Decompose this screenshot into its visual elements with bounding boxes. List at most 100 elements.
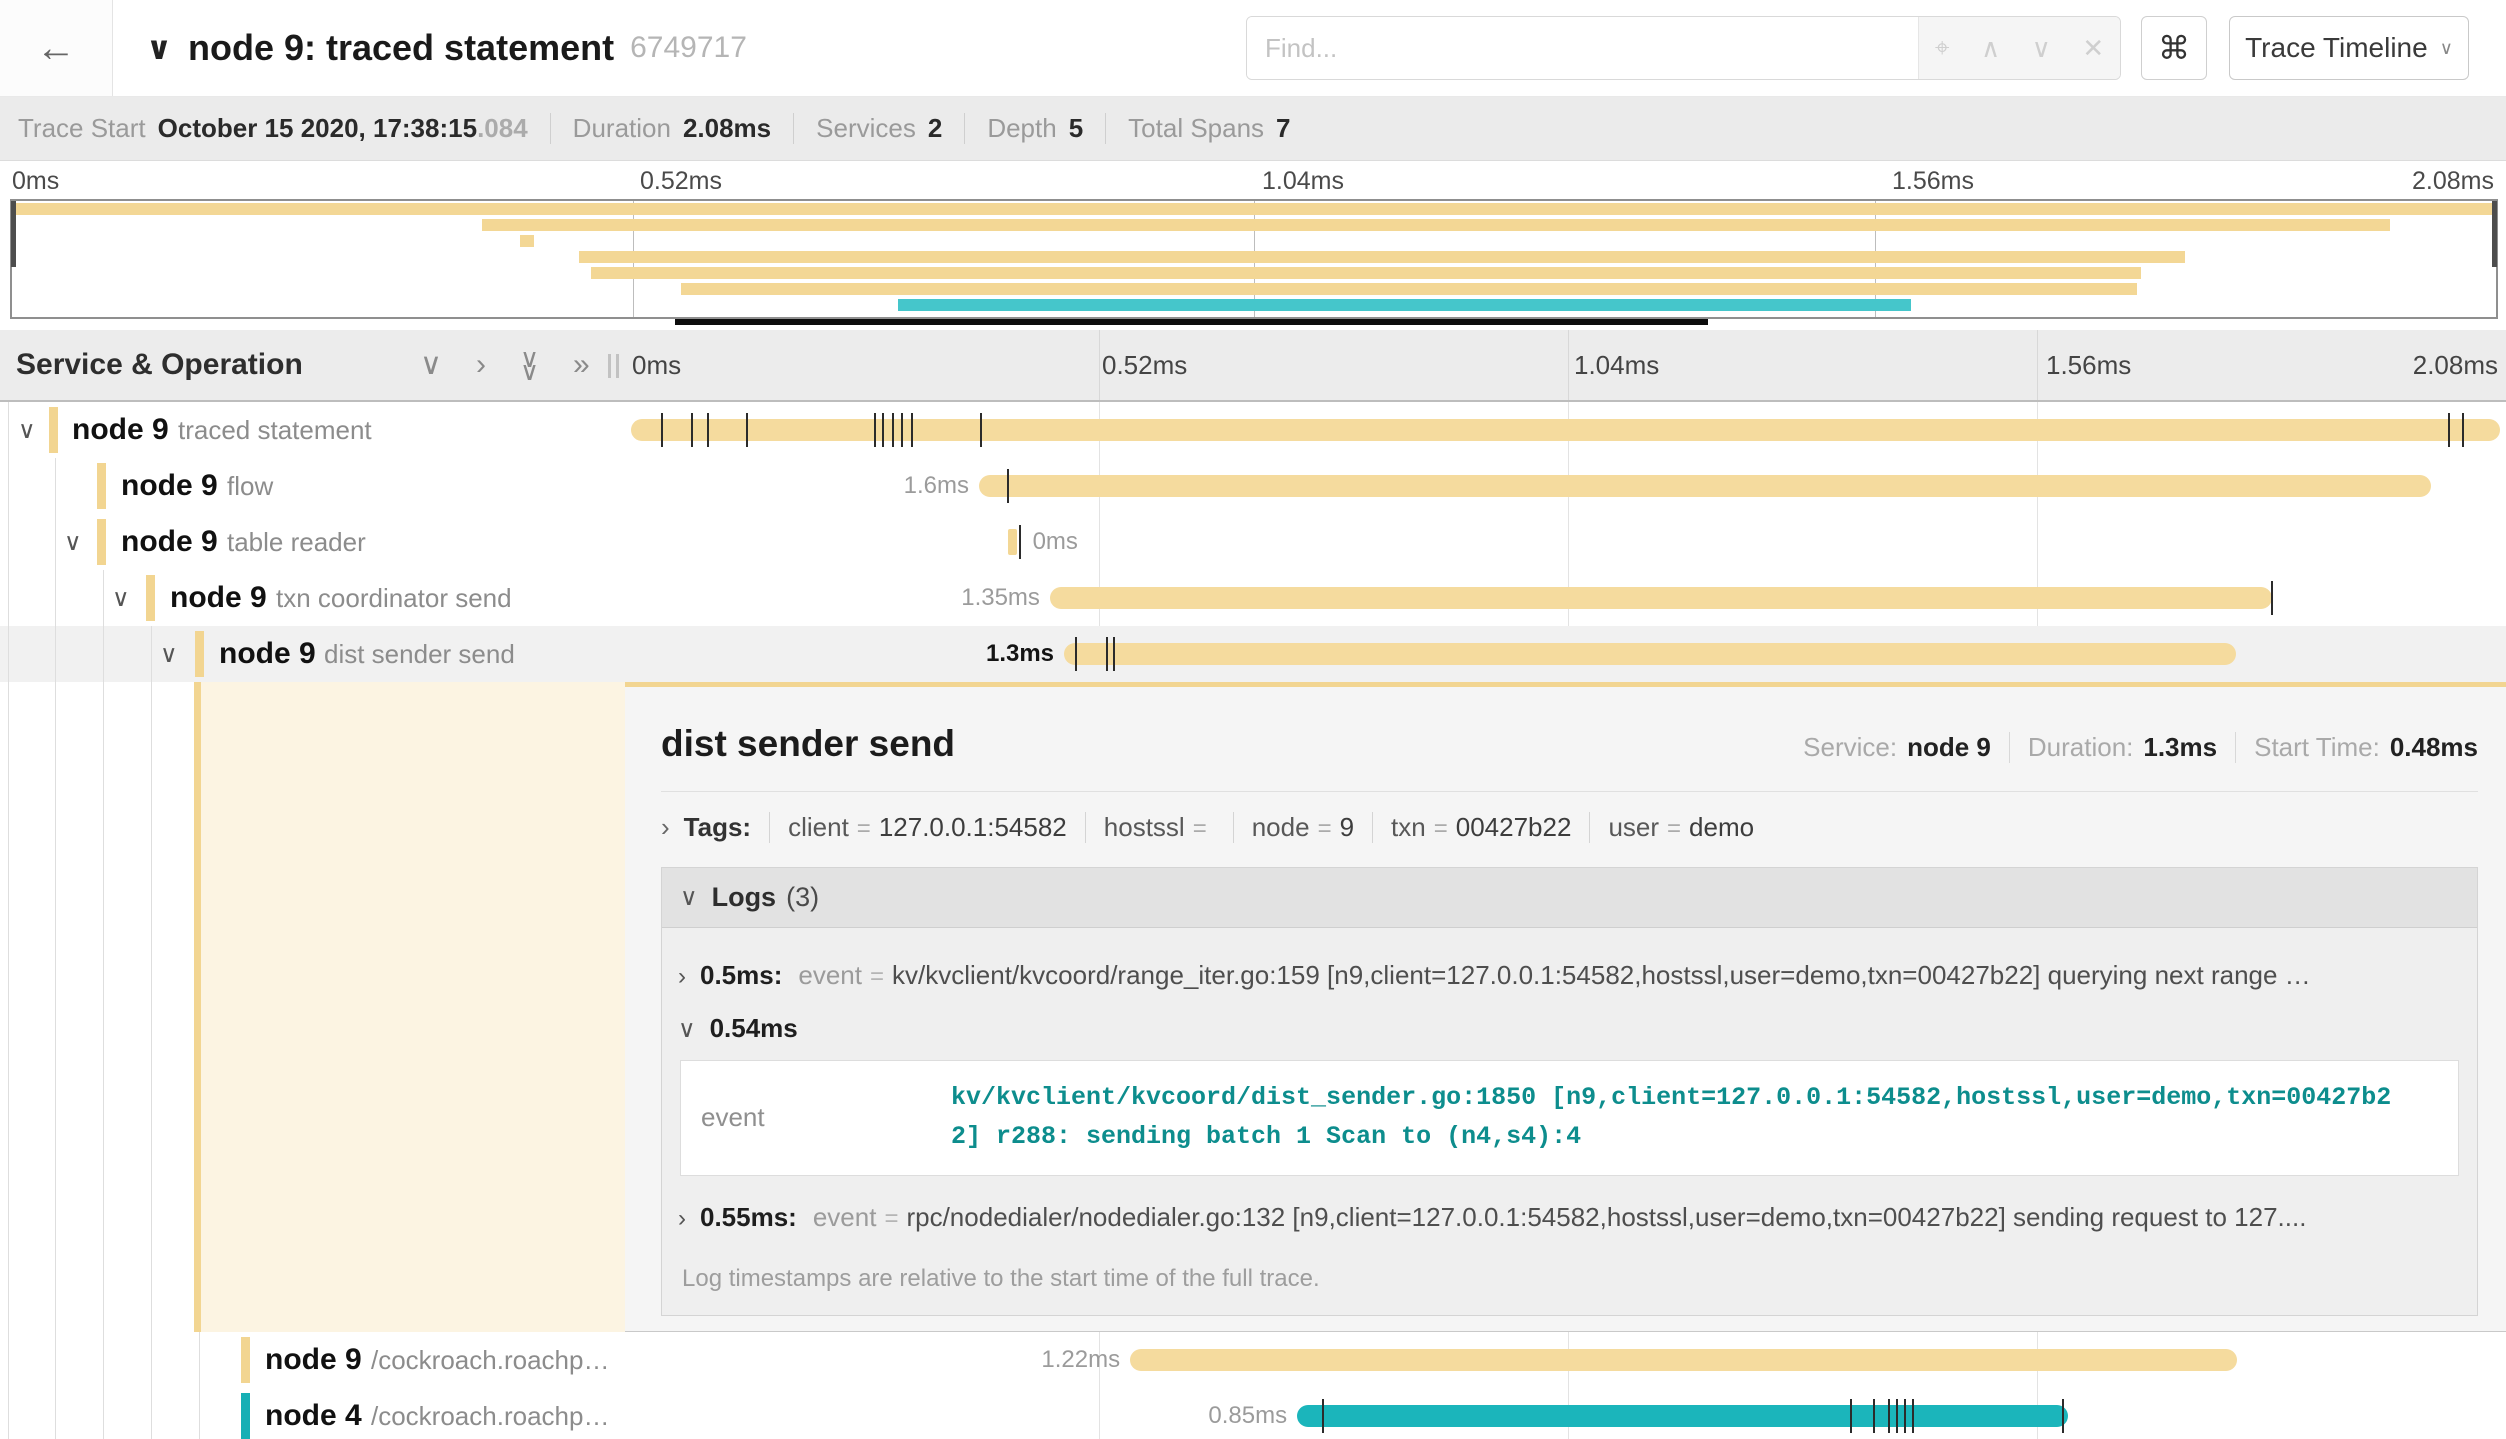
- row-collapse-chevron[interactable]: ∨: [112, 570, 130, 626]
- log-value: kv/kvclient/kvcoord/range_iter.go:159 [n…: [892, 960, 2311, 991]
- minimap-canvas[interactable]: [10, 199, 2498, 319]
- log-marker: [882, 413, 884, 447]
- row-collapse-chevron[interactable]: ∨: [160, 626, 178, 682]
- span-row-table-reader[interactable]: ∨ node 9 table reader 0ms: [0, 514, 2506, 570]
- log-marker: [1075, 637, 1077, 671]
- log-marker: [1896, 1399, 1898, 1433]
- clear-search-icon[interactable]: ✕: [2082, 33, 2104, 64]
- indent-guide: [103, 626, 104, 682]
- span-row-flow[interactable]: node 9 flow 1.6ms: [0, 458, 2506, 514]
- log-marker: [1850, 1399, 1852, 1433]
- minimap-tick-3: 1.56ms: [1892, 167, 1974, 196]
- indent-guide: [55, 1332, 56, 1388]
- chevron-down-icon: ∨: [520, 365, 539, 378]
- indent-guide: [8, 514, 9, 570]
- span-bar-cell[interactable]: 1.3ms: [625, 626, 2506, 682]
- span-bar-cell[interactable]: [625, 402, 2506, 458]
- title-collapse-icon[interactable]: ∨: [146, 29, 172, 67]
- log-entry-3[interactable]: › 0.55ms: event = rpc/nodedialer/nodedia…: [678, 1202, 2461, 1233]
- service-color-bar: [146, 575, 155, 621]
- expand-all-icon[interactable]: »: [573, 350, 590, 380]
- span-bar-cell[interactable]: 1.22ms: [625, 1332, 2506, 1388]
- top-bar: ← ∨ node 9: traced statement 6749717 ⌖ ∧…: [0, 0, 2506, 97]
- log-key: event: [701, 1102, 951, 1133]
- log-marker: [1113, 637, 1115, 671]
- span-service: node 9: [170, 570, 267, 626]
- span-bar[interactable]: [1297, 1405, 2068, 1427]
- summary-value-fraction: .084: [477, 113, 528, 144]
- tag-txn: txn=00427b22: [1372, 812, 1589, 843]
- detail-color-fill: [201, 682, 625, 1332]
- indent-guide: [55, 514, 56, 570]
- log-timestamp: 0.55ms:: [700, 1202, 797, 1233]
- row-collapse-chevron[interactable]: ∨: [64, 514, 82, 570]
- span-bar[interactable]: [1008, 529, 1017, 555]
- back-button[interactable]: ←: [0, 0, 113, 96]
- indent-guide: [103, 1388, 104, 1439]
- span-detail-panel: dist sender send Service: node 9 Duratio…: [625, 682, 2506, 1332]
- logs-header[interactable]: ∨ Logs (3): [662, 868, 2477, 928]
- log-marker: [691, 413, 693, 447]
- back-arrow-icon: ←: [36, 26, 76, 71]
- span-service: node 9: [219, 626, 316, 682]
- span-row-traced-statement[interactable]: ∨ node 9 traced statement: [0, 402, 2506, 458]
- log-marker: [746, 413, 748, 447]
- span-bar[interactable]: [1064, 643, 2236, 665]
- span-bar-cell[interactable]: 1.6ms: [625, 458, 2506, 514]
- keyboard-shortcuts-button[interactable]: ⌘: [2141, 16, 2207, 80]
- span-row-dist-sender-send[interactable]: ∨ node 9 dist sender send 1.3ms: [0, 626, 2506, 682]
- tag-hostssl: hostssl=: [1085, 812, 1233, 843]
- column-resize-grip[interactable]: [608, 354, 619, 378]
- log-entry-2[interactable]: ∨ 0.54ms: [678, 1013, 2461, 1044]
- log-entry-1[interactable]: › 0.5ms: event = kv/kvclient/kvcoord/ran…: [678, 960, 2461, 991]
- minimap-scroll-indicator[interactable]: [675, 319, 1708, 325]
- prev-result-icon[interactable]: ∧: [1981, 33, 2000, 64]
- log-marker: [1904, 1399, 1906, 1433]
- logs-body: › 0.5ms: event = kv/kvclient/kvcoord/ran…: [662, 928, 2477, 1315]
- span-bar-cell[interactable]: 0.85ms: [625, 1388, 2506, 1439]
- log-marker: [874, 413, 876, 447]
- span-bar-cell[interactable]: 0ms: [625, 514, 2506, 570]
- log-keyvalue-table: event kv/kvclient/kvcoord/dist_sender.go…: [680, 1060, 2459, 1176]
- minimap-span-bar: [898, 299, 1911, 311]
- minimap-tick-1: 0.52ms: [640, 167, 722, 196]
- collapse-one-icon[interactable]: ∨: [420, 350, 442, 380]
- timeline-grid-header: Service & Operation ∨ › ∨∨ » 0ms 0.52ms …: [0, 330, 2506, 402]
- tags-accordion[interactable]: › Tags: client=127.0.0.1:54582 hostssl= …: [661, 812, 2478, 843]
- span-bar[interactable]: [979, 475, 2431, 497]
- indent-guide: [8, 458, 9, 514]
- span-bar-cell[interactable]: 1.35ms: [625, 570, 2506, 626]
- indent-guide: [151, 1332, 152, 1388]
- find-input[interactable]: [1247, 17, 1918, 79]
- indent-guide: [8, 570, 9, 626]
- next-result-icon[interactable]: ∨: [2032, 33, 2051, 64]
- view-selector-button[interactable]: Trace Timeline ∨: [2229, 16, 2469, 80]
- minimap-right-scrubber[interactable]: [2492, 201, 2497, 267]
- equals-sign: =: [884, 1205, 898, 1233]
- log-key: event: [798, 960, 862, 991]
- service-color-bar: [97, 463, 106, 509]
- span-operation: traced statement: [178, 402, 372, 458]
- collapse-all-icon[interactable]: ∨∨: [520, 352, 539, 378]
- indent-guide: [8, 1388, 9, 1439]
- detail-meta: Service: node 9 Duration: 1.3ms Start Ti…: [1785, 732, 2478, 763]
- service-color-bar: [194, 682, 201, 1332]
- minimap-tick-0: 0ms: [12, 167, 59, 196]
- logs-accordion: ∨ Logs (3) › 0.5ms: event = kv/kvclient/…: [661, 867, 2478, 1316]
- detail-header: dist sender send Service: node 9 Duratio…: [661, 723, 2478, 765]
- chevron-down-icon: ∨: [18, 416, 36, 445]
- span-row-node4-roachpb[interactable]: node 4 /cockroach.roachpb.I… 0.85ms: [0, 1388, 2506, 1439]
- summary-value: October 15 2020, 17:38:15: [158, 113, 477, 144]
- span-duration-label: 1.22ms: [1041, 1332, 1120, 1388]
- row-collapse-chevron[interactable]: ∨: [18, 402, 36, 458]
- locate-icon[interactable]: ⌖: [1935, 32, 1950, 64]
- timeline-tick-4: 2.08ms: [2413, 330, 2498, 400]
- span-bar[interactable]: [1130, 1349, 2237, 1371]
- indent-guide: [199, 1388, 200, 1439]
- minimap-left-scrubber[interactable]: [11, 201, 16, 267]
- span-row-node9-roachpb[interactable]: node 9 /cockroach.roachpb.I… 1.22ms: [0, 1332, 2506, 1388]
- span-row-txn-coordinator-send[interactable]: ∨ node 9 txn coordinator send 1.35ms: [0, 570, 2506, 626]
- summary-label: Trace Start: [18, 113, 146, 144]
- span-bar[interactable]: [1050, 587, 2272, 609]
- expand-one-icon[interactable]: ›: [476, 350, 486, 380]
